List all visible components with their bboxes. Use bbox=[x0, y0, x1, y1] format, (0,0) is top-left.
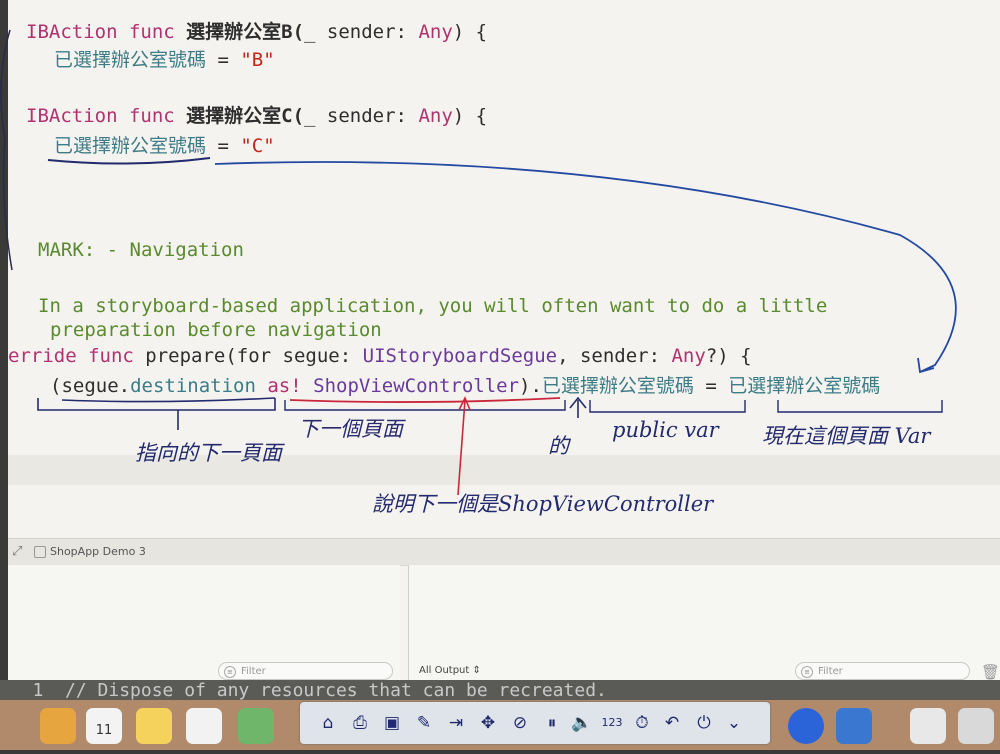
annotation-next-page: 下一個頁面 bbox=[298, 417, 403, 441]
mark-comment: MARK: - Navigation bbox=[38, 239, 244, 261]
annotation-explanation: 說明下一個是ShopViewController bbox=[372, 492, 714, 516]
code-line-prepare: erride func prepare(for segue: UIStorybo… bbox=[8, 344, 1000, 368]
comment-line-1: In a storyboard-based application, you w… bbox=[38, 295, 828, 317]
param-type: Any bbox=[418, 21, 453, 43]
brace: ) { bbox=[452, 105, 488, 127]
print-icon[interactable]: ⎙ bbox=[348, 711, 372, 735]
segue-open: (segue. bbox=[50, 375, 131, 397]
console-filter[interactable]: ≡ Filter bbox=[795, 662, 970, 680]
variables-pane[interactable]: ≡ Filter bbox=[8, 565, 400, 690]
destination-property: destination bbox=[130, 375, 256, 397]
code-line-ibaction-b: IBAction func 選擇辦公室B(_ sender: Any) { bbox=[26, 20, 1000, 44]
code-line-assign-c: 已選擇辦公室號碼 = "C" bbox=[54, 134, 1000, 158]
app-icon bbox=[34, 546, 46, 558]
calendar-icon[interactable]: 11 bbox=[86, 708, 122, 744]
console-pane[interactable]: All Output ⇕ ≡ Filter 🗑 bbox=[408, 565, 1000, 690]
touch-bar: ⌂ ⎙ ▣ ✎ ⇥ ✥ ⊘ ⏸ 🔈 123 ⏱ ↶ ⏻ ⌄ bbox=[300, 702, 770, 744]
no-bluetooth-icon[interactable]: ⊘ bbox=[508, 711, 532, 735]
property-name: 已選擇辦公室號碼 bbox=[54, 49, 207, 71]
safari-icon[interactable] bbox=[788, 708, 824, 744]
comment-line-2: preparation before navigation bbox=[50, 319, 382, 341]
annotation-public-var: public var bbox=[612, 418, 719, 442]
function-name: 選擇辦公室C( bbox=[186, 105, 305, 127]
param-label: _ sender: bbox=[304, 105, 419, 127]
save-icon[interactable]: ▣ bbox=[380, 711, 404, 735]
code-line-ibaction-c: IBAction func 選擇辦公室C(_ sender: Any) { bbox=[26, 104, 1000, 128]
annotation-next-page-pointed: 指向的下一頁面 bbox=[135, 441, 282, 465]
string-literal: "B" bbox=[240, 49, 275, 71]
volume-icon[interactable]: 🔈 bbox=[570, 711, 594, 735]
filter-icon: ≡ bbox=[224, 666, 236, 678]
equals: = bbox=[693, 375, 729, 397]
property-name-2: 已選擇辦公室號碼 bbox=[728, 375, 881, 397]
trash-dock-icon[interactable] bbox=[958, 708, 994, 744]
numbers-icon[interactable]: 123 bbox=[600, 711, 624, 735]
ibaction-keyword: IBAction func bbox=[26, 105, 187, 127]
undo-icon[interactable]: ↶ bbox=[660, 711, 684, 735]
timer-icon[interactable]: ⏱ bbox=[630, 711, 654, 735]
brace: ) { bbox=[452, 21, 488, 43]
move-icon[interactable]: ✥ bbox=[476, 711, 500, 735]
brace: ?) { bbox=[705, 345, 752, 367]
trash-icon[interactable]: 🗑 bbox=[981, 663, 1000, 681]
string-literal: "C" bbox=[240, 135, 275, 157]
filter-icon: ≡ bbox=[801, 666, 813, 678]
calendar-day: 11 bbox=[95, 723, 113, 738]
power-icon[interactable]: ⏻ bbox=[692, 711, 716, 735]
param-label: _ sender: bbox=[304, 21, 419, 43]
pause-icon[interactable]: ⏸ bbox=[540, 711, 564, 735]
property-name: 已選擇辦公室號碼 bbox=[541, 375, 694, 397]
function-name: prepare(for segue: bbox=[145, 345, 363, 367]
breakpoint-icon[interactable]: ⤢ bbox=[12, 544, 22, 559]
chevron-down-icon[interactable]: ⌄ bbox=[722, 711, 746, 735]
annotation-of: 的 bbox=[548, 434, 569, 458]
param-label: , sender: bbox=[557, 345, 672, 367]
equals: = bbox=[206, 49, 241, 71]
background-code-strip: 1 // Dispose of any resources that can b… bbox=[0, 680, 1000, 702]
console-filter-placeholder: Filter bbox=[818, 666, 843, 677]
annotation-current-page-var: 現在這個頁面 Var bbox=[762, 424, 931, 448]
dock-app-1[interactable] bbox=[40, 708, 76, 744]
app-store-icon[interactable] bbox=[910, 708, 946, 744]
segue-type: UIStoryboardSegue bbox=[362, 345, 558, 367]
override-keyword: erride func bbox=[8, 345, 146, 367]
class-name: ShopViewController bbox=[313, 375, 520, 397]
function-name: 選擇辦公室B( bbox=[186, 21, 305, 43]
as-keyword: as! bbox=[255, 375, 314, 397]
notes-icon[interactable] bbox=[136, 708, 172, 744]
reminders-icon[interactable] bbox=[186, 708, 222, 744]
scheme-label[interactable]: ShopApp Demo 3 bbox=[50, 545, 146, 558]
code-line-assign-b: 已選擇辦公室號碼 = "B" bbox=[54, 48, 1000, 72]
param-type: Any bbox=[671, 345, 706, 367]
paren-close: ). bbox=[519, 375, 542, 397]
code-line-segue-assign: (segue.destination as! ShopViewControlle… bbox=[50, 374, 1000, 398]
property-name: 已選擇辦公室號碼 bbox=[54, 135, 207, 157]
equals: = bbox=[206, 135, 241, 157]
variables-filter[interactable]: ≡ Filter bbox=[218, 662, 393, 680]
debug-area-header: ⤢ ShopApp Demo 3 bbox=[8, 538, 1000, 566]
param-type: Any bbox=[418, 105, 453, 127]
maps-icon[interactable] bbox=[238, 708, 274, 744]
import-icon[interactable]: ⇥ bbox=[444, 711, 468, 735]
output-select-label: All Output bbox=[419, 665, 470, 676]
xcode-window: IBAction func 選擇辦公室B(_ sender: Any) { 已選… bbox=[8, 0, 1000, 700]
ibaction-keyword: IBAction func bbox=[26, 21, 187, 43]
variables-filter-placeholder: Filter bbox=[241, 666, 266, 677]
home-icon[interactable]: ⌂ bbox=[316, 711, 340, 735]
output-select[interactable]: All Output ⇕ bbox=[419, 665, 481, 676]
finder-icon[interactable] bbox=[836, 708, 872, 744]
edit-icon[interactable]: ✎ bbox=[412, 711, 436, 735]
